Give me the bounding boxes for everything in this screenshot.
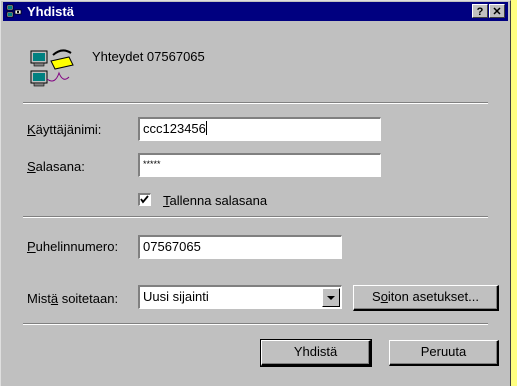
dropdown-button[interactable] [322,288,340,307]
password-label: Salasana: [27,159,85,174]
close-button[interactable]: ✕ [489,4,505,18]
title-bar[interactable]: Yhdistä ? ✕ [3,2,508,21]
dial-up-connect-dialog: Yhdistä ? ✕ Yhteydet 07567065 Käyttäjäni… [0,0,511,386]
chevron-down-icon [327,296,335,300]
dial-up-connection-icon [6,4,22,18]
separator [23,216,488,218]
computers-modem-icon [30,49,74,87]
save-password-checkbox[interactable] [138,193,151,206]
save-password-label[interactable]: Tallenna salasana [163,193,267,209]
username-label: Käyttäjänimi: [27,122,102,137]
dial-properties-button[interactable]: Soiton asetukset... [353,285,499,311]
connect-button[interactable]: Yhdistä [260,339,372,367]
connection-name: Yhteydet 07567065 [92,49,205,64]
checkmark-icon [140,195,149,204]
password-input[interactable]: ***** [138,153,381,177]
username-input[interactable]: ccc123456 [138,117,381,141]
window-title: Yhdistä [27,4,74,19]
separator [23,323,488,325]
dialing-from-select[interactable]: Uusi sijainti [138,285,342,309]
dialing-from-label: Mistä soitetaan: [27,291,119,306]
cancel-button[interactable]: Peruuta [389,340,499,366]
separator [23,102,488,104]
phone-number-input[interactable]: 07567065 [138,235,342,259]
help-button[interactable]: ? [472,4,488,18]
phone-number-label: Puhelinnumero: [27,239,119,254]
